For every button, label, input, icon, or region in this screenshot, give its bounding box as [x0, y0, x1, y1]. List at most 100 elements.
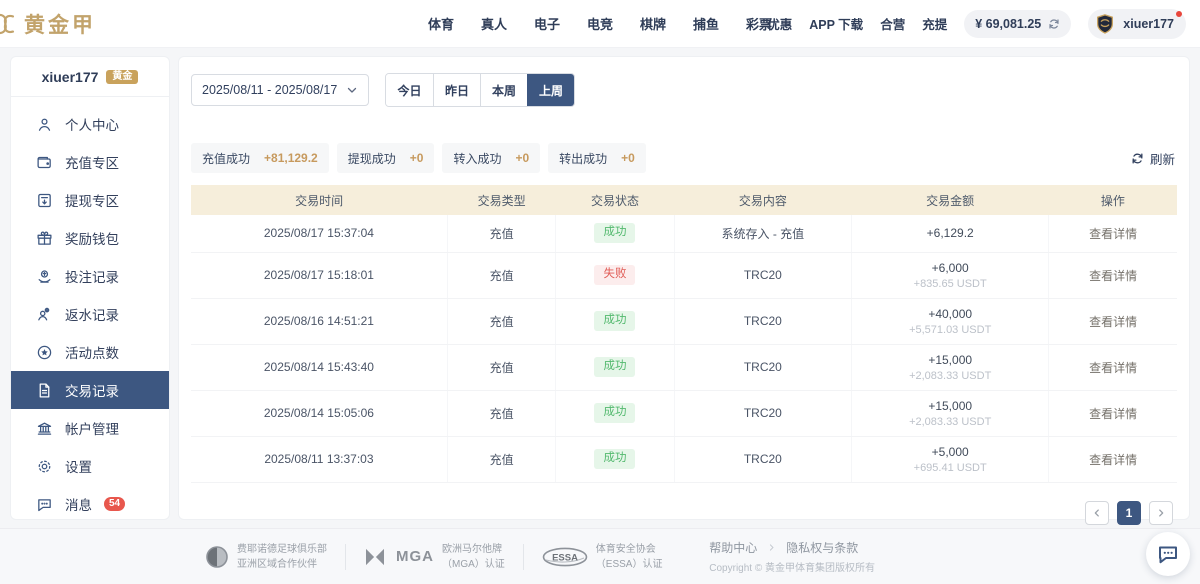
star-circle-icon [36, 344, 53, 361]
user-icon [36, 116, 53, 133]
balance-pill[interactable]: ¥ 69,081.25 [964, 10, 1071, 38]
nav-item-5[interactable]: 捕鱼 [693, 14, 719, 33]
nav-item-3[interactable]: 电竞 [587, 14, 613, 33]
nav-item-4[interactable]: 棋牌 [640, 14, 666, 33]
sidebar-item-1[interactable]: 充值专区 [11, 143, 169, 181]
stat-label: 提现成功 [348, 150, 396, 167]
balance-refresh-icon[interactable] [1048, 18, 1060, 30]
partner-1: MGA欧洲马尔他牌（MGA）认证 [364, 543, 505, 571]
nav-item-6[interactable]: 彩票 [746, 14, 772, 33]
partner-line: （MGA）认证 [442, 558, 505, 571]
sidebar-item-8[interactable]: 帐户管理 [11, 409, 169, 447]
sidebar-item-2[interactable]: 提现专区 [11, 181, 169, 219]
tab-period-3[interactable]: 上周 [527, 74, 574, 106]
transactions-table: 交易时间交易类型交易状态交易内容交易金额操作 2025/08/17 15:37:… [191, 185, 1177, 483]
sidebar-item-label: 个人中心 [65, 114, 119, 134]
cell-time: 2025/08/17 15:18:01 [191, 252, 447, 298]
sidebar-item-10[interactable]: 消息54 [11, 485, 169, 520]
cell-status: 成功 [556, 298, 674, 344]
stat-value: +0 [410, 151, 424, 165]
cell-status: 失败 [556, 252, 674, 298]
amount-main: +40,000 [856, 307, 1044, 321]
cell-content: TRC20 [674, 436, 851, 482]
cell-action: 查看详情 [1049, 344, 1177, 390]
partner-line: （ESSA）认证 [596, 558, 663, 571]
nav-item-1[interactable]: 真人 [481, 14, 507, 33]
partner-line: 体育安全协会 [596, 543, 663, 556]
cell-content: TRC20 [674, 252, 851, 298]
quick-link-2[interactable]: 合营 [880, 14, 905, 33]
amount-main: +15,000 [856, 353, 1044, 367]
refresh-label: 刷新 [1150, 149, 1175, 168]
sidebar-item-3[interactable]: 奖励钱包 [11, 219, 169, 257]
amount-usdt: +2,083.33 USDT [856, 416, 1044, 428]
sidebar-item-4[interactable]: 投注记录 [11, 257, 169, 295]
partner-line: 欧洲马尔他牌 [442, 543, 505, 556]
amount-usdt: +2,083.33 USDT [856, 370, 1044, 382]
sidebar-item-5[interactable]: 返水记录 [11, 295, 169, 333]
cell-time: 2025/08/16 14:51:21 [191, 298, 447, 344]
nav-item-2[interactable]: 电子 [534, 14, 560, 33]
tab-period-2[interactable]: 本周 [480, 74, 527, 106]
brand-logo[interactable]: 黄金甲 [0, 9, 96, 39]
stat-value: +0 [515, 151, 529, 165]
privacy-terms-link[interactable]: 隐私权与条款 [786, 539, 858, 556]
amount-usdt: +695.41 USDT [856, 462, 1044, 474]
cell-amount: +6,000+835.65 USDT [852, 252, 1049, 298]
cell-type: 充值 [447, 252, 555, 298]
prev-page-button[interactable] [1085, 501, 1109, 525]
bank-icon [36, 420, 53, 437]
tab-period-1[interactable]: 昨日 [433, 74, 480, 106]
main-nav: 体育 真人 电子 电竞 棋牌 捕鱼 彩票 [428, 14, 772, 33]
user-pill[interactable]: xiuer177 [1088, 9, 1186, 39]
sidebar-item-9[interactable]: 设置 [11, 447, 169, 485]
view-details-link[interactable]: 查看详情 [1089, 407, 1137, 421]
sidebar-item-7[interactable]: 交易记录 [11, 371, 169, 409]
table-row: 2025/08/11 13:37:03充值成功TRC20+5,000+695.4… [191, 436, 1177, 482]
status-badge: 成功 [594, 357, 635, 377]
sidebar-item-6[interactable]: 活动点数 [11, 333, 169, 371]
username: xiuer177 [1123, 17, 1174, 31]
sidebar-item-0[interactable]: 个人中心 [11, 105, 169, 143]
cell-action: 查看详情 [1049, 252, 1177, 298]
cell-status: 成功 [556, 344, 674, 390]
status-badge: 成功 [594, 223, 635, 243]
view-details-link[interactable]: 查看详情 [1089, 361, 1137, 375]
date-range-select[interactable]: 2025/08/11 - 2025/08/17 [191, 74, 369, 106]
sidebar-item-label: 活动点数 [65, 342, 119, 362]
nav-item-0[interactable]: 体育 [428, 14, 454, 33]
message-icon [36, 496, 53, 513]
avatar-shield-icon [1094, 13, 1116, 35]
view-details-link[interactable]: 查看详情 [1089, 453, 1137, 467]
amount-main: +15,000 [856, 399, 1044, 413]
help-center-link[interactable]: 帮助中心 [709, 539, 757, 556]
chat-bubble-icon [1156, 542, 1180, 566]
page-number-button[interactable]: 1 [1117, 501, 1141, 525]
sidebar-item-label: 提现专区 [65, 190, 119, 210]
next-page-button[interactable] [1149, 501, 1173, 525]
document-icon [36, 382, 53, 399]
partner-certifications: 费耶诺德足球俱乐部亚洲区域合作伙伴MGA欧洲马尔他牌（MGA）认证ESSA体育安… [205, 543, 662, 571]
view-details-link[interactable]: 查看详情 [1089, 227, 1137, 241]
cell-action: 查看详情 [1049, 390, 1177, 436]
table-row: 2025/08/16 14:51:21充值成功TRC20+40,000+5,57… [191, 298, 1177, 344]
view-details-link[interactable]: 查看详情 [1089, 269, 1137, 283]
status-badge: 成功 [594, 403, 635, 423]
stat-label: 转入成功 [453, 150, 501, 167]
cell-amount: +15,000 +2,083.33 USDT [852, 390, 1049, 436]
refresh-button[interactable]: 刷新 [1131, 149, 1177, 168]
partner-divider [345, 544, 346, 570]
cell-status: 成功 [556, 390, 674, 436]
view-details-link[interactable]: 查看详情 [1089, 315, 1137, 329]
essa-icon: ESSA [542, 547, 588, 567]
club-circle-icon [205, 545, 229, 569]
withdraw-icon [36, 192, 53, 209]
quick-link-3[interactable]: 充提 [922, 14, 947, 33]
partner-line: 亚洲区域合作伙伴 [237, 558, 327, 571]
customer-service-button[interactable] [1146, 532, 1190, 576]
stat-box-0: 充值成功+81,129.2 [191, 143, 329, 173]
bet-record-icon [36, 268, 53, 285]
notification-dot [1176, 11, 1182, 17]
tab-period-0[interactable]: 今日 [386, 74, 433, 106]
quick-link-1[interactable]: APP 下载 [809, 14, 863, 33]
